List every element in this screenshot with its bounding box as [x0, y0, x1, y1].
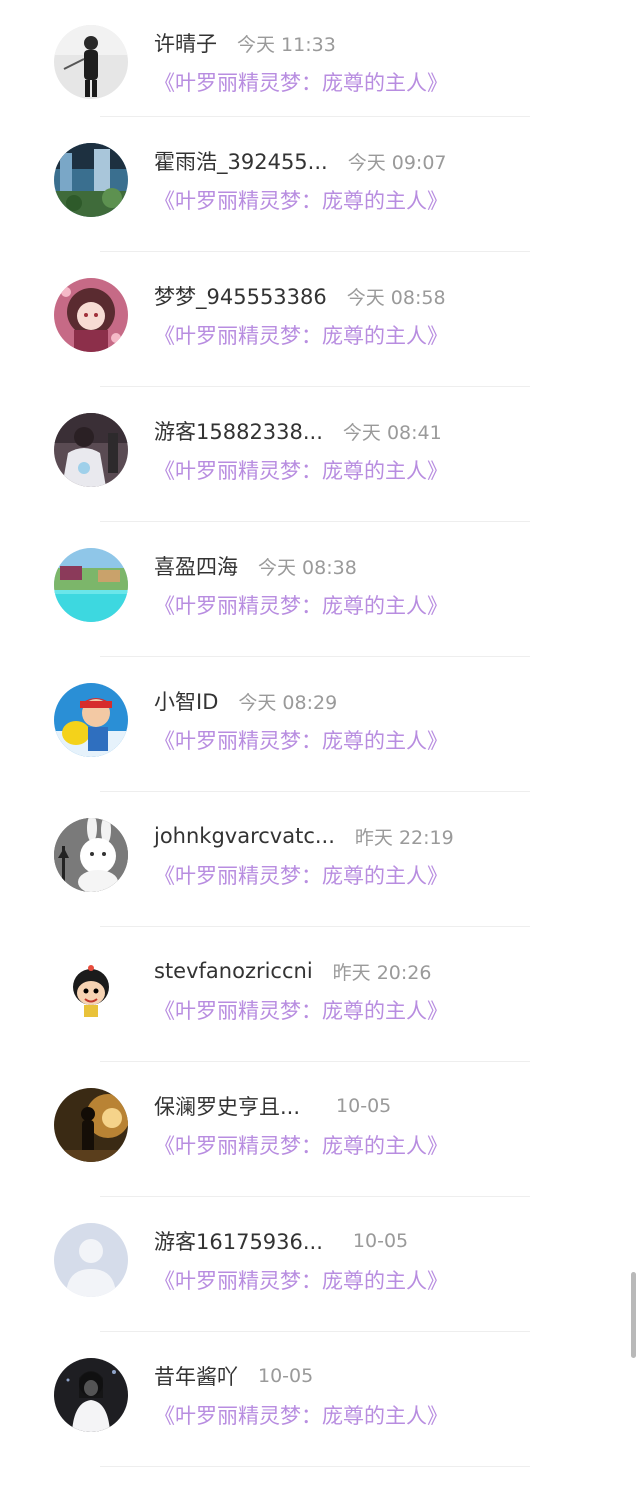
list-item[interactable]: 小智ID 今天 08:29 《叶罗丽精灵梦：庞尊的主人》: [0, 657, 640, 792]
divider: [100, 1466, 530, 1467]
username[interactable]: 保澜罗史亨且...: [154, 1091, 300, 1121]
username[interactable]: 游客16175936...: [154, 1226, 323, 1256]
username[interactable]: 霍雨浩_392455...: [154, 146, 328, 176]
reader-list: 许晴子 今天 11:33 《叶罗丽精灵梦：庞尊的主人》 霍雨浩_392455..…: [0, 0, 640, 1467]
book-title-link[interactable]: 《叶罗丽精灵梦：庞尊的主人》: [154, 590, 448, 620]
book-title-link[interactable]: 《叶罗丽精灵梦：庞尊的主人》: [154, 1130, 448, 1160]
username[interactable]: 许晴子: [154, 28, 217, 58]
list-item[interactable]: 游客16175936... 10-05 《叶罗丽精灵梦：庞尊的主人》: [0, 1197, 640, 1332]
timestamp: 今天 08:58: [346, 286, 446, 309]
book-title-link[interactable]: 《叶罗丽精灵梦：庞尊的主人》: [154, 1265, 448, 1295]
list-item[interactable]: 霍雨浩_392455... 今天 09:07 《叶罗丽精灵梦：庞尊的主人》: [0, 117, 640, 252]
username[interactable]: johnkgvarcvatc...: [154, 824, 335, 848]
avatar[interactable]: [54, 1358, 128, 1432]
timestamp: 今天 08:38: [258, 556, 357, 579]
book-title-link[interactable]: 《叶罗丽精灵梦：庞尊的主人》: [154, 320, 448, 350]
avatar[interactable]: [54, 413, 128, 487]
avatar[interactable]: [54, 548, 128, 622]
avatar[interactable]: [54, 1088, 128, 1162]
timestamp: 10-05: [336, 1095, 392, 1117]
list-item[interactable]: johnkgvarcvatc... 昨天 22:19 《叶罗丽精灵梦：庞尊的主人…: [0, 792, 640, 927]
timestamp: 今天 08:29: [238, 691, 338, 714]
timestamp: 昨天 22:19: [354, 826, 454, 849]
timestamp: 今天 08:41: [342, 421, 442, 444]
book-title-link[interactable]: 《叶罗丽精灵梦：庞尊的主人》: [154, 725, 448, 755]
avatar[interactable]: [54, 143, 128, 217]
username[interactable]: 游客15882338...: [154, 416, 323, 446]
avatar[interactable]: [54, 25, 128, 99]
avatar[interactable]: [54, 683, 128, 757]
timestamp: 10-05: [352, 1230, 409, 1252]
list-item[interactable]: 梦梦_945553386 今天 08:58 《叶罗丽精灵梦：庞尊的主人》: [0, 252, 640, 387]
list-item[interactable]: stevfanozriccni 昨天 20:26 《叶罗丽精灵梦：庞尊的主人》: [0, 927, 640, 1062]
book-title-link[interactable]: 《叶罗丽精灵梦：庞尊的主人》: [154, 995, 448, 1025]
list-item[interactable]: 许晴子 今天 11:33 《叶罗丽精灵梦：庞尊的主人》: [0, 0, 640, 117]
avatar[interactable]: [54, 278, 128, 352]
timestamp: 昨天 20:26: [332, 961, 432, 984]
avatar[interactable]: [54, 953, 128, 1027]
avatar[interactable]: [54, 1223, 128, 1297]
list-item[interactable]: 喜盈四海 今天 08:38 《叶罗丽精灵梦：庞尊的主人》: [0, 522, 640, 657]
book-title-link[interactable]: 《叶罗丽精灵梦：庞尊的主人》: [154, 67, 448, 97]
book-title-link[interactable]: 《叶罗丽精灵梦：庞尊的主人》: [154, 1400, 448, 1430]
username[interactable]: 小智ID: [154, 686, 218, 716]
username[interactable]: stevfanozriccni: [154, 959, 313, 983]
list-item[interactable]: 保澜罗史亨且... 10-05 《叶罗丽精灵梦：庞尊的主人》: [0, 1062, 640, 1197]
book-title-link[interactable]: 《叶罗丽精灵梦：庞尊的主人》: [154, 185, 448, 215]
book-title-link[interactable]: 《叶罗丽精灵梦：庞尊的主人》: [154, 860, 448, 890]
username[interactable]: 喜盈四海: [154, 551, 238, 581]
timestamp: 10-05: [258, 1365, 314, 1387]
book-title-link[interactable]: 《叶罗丽精灵梦：庞尊的主人》: [154, 455, 448, 485]
timestamp: 今天 11:33: [237, 33, 336, 56]
list-item[interactable]: 昔年酱吖 10-05 《叶罗丽精灵梦：庞尊的主人》: [0, 1332, 640, 1467]
username[interactable]: 梦梦_945553386: [154, 281, 327, 311]
username[interactable]: 昔年酱吖: [154, 1361, 238, 1391]
avatar[interactable]: [54, 818, 128, 892]
timestamp: 今天 09:07: [347, 151, 447, 174]
list-item[interactable]: 游客15882338... 今天 08:41 《叶罗丽精灵梦：庞尊的主人》: [0, 387, 640, 522]
vertical-scrollbar[interactable]: [631, 1272, 636, 1358]
